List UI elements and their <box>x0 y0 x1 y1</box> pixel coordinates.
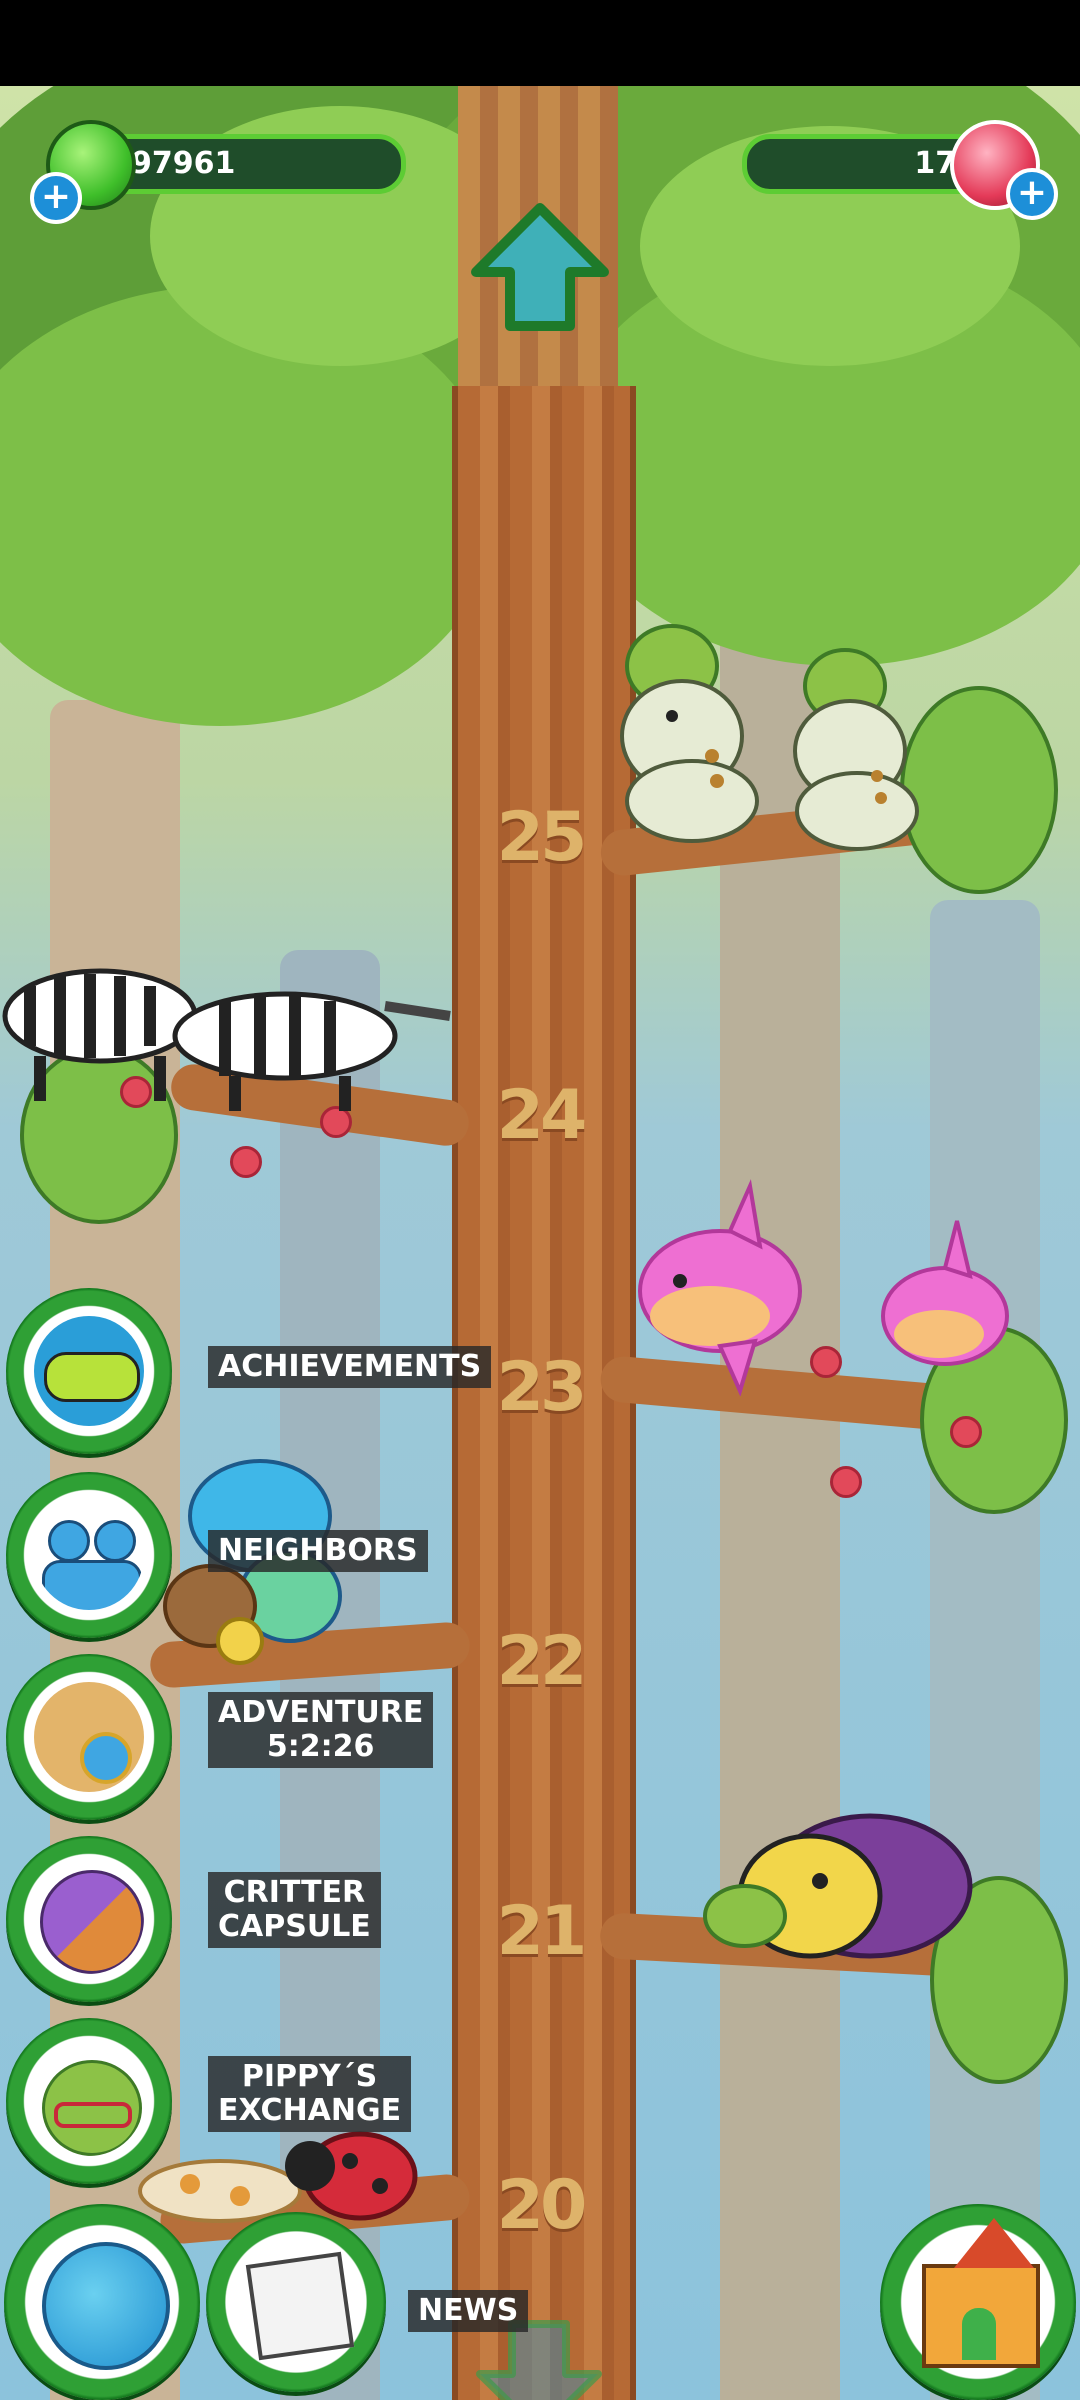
turtle-bug-critter[interactable] <box>700 1786 980 1986</box>
add-food-button[interactable]: + <box>30 172 82 224</box>
newspaper-icon <box>245 2251 355 2361</box>
critter-capsule-label: CRITTER CAPSULE <box>208 1872 381 1948</box>
tree-level-number: 23 <box>496 1348 588 1427</box>
plus-icon: + <box>1016 172 1048 213</box>
adventure-title: ADVENTURE <box>218 1695 424 1730</box>
flower <box>830 1466 862 1498</box>
neighbors-button[interactable] <box>6 1472 172 1638</box>
plus-icon: + <box>40 176 72 217</box>
achievements-button[interactable] <box>6 1288 172 1454</box>
map-compass-icon <box>34 1682 144 1792</box>
house-icon <box>922 2218 1040 2368</box>
caterpillar-critter[interactable] <box>785 636 925 856</box>
flower <box>230 1146 262 1178</box>
pippys-exchange-button[interactable] <box>6 2018 172 2184</box>
pippy-character-icon <box>34 2046 144 2156</box>
arrow-up-icon[interactable] <box>470 202 610 332</box>
add-gems-button[interactable]: + <box>1006 168 1058 220</box>
adventure-timer: 5:2:26 <box>266 1729 375 1764</box>
globe-button[interactable] <box>4 2204 200 2400</box>
news-button[interactable] <box>206 2212 386 2392</box>
news-label: NEWS <box>408 2290 529 2332</box>
globe-icon <box>42 2242 170 2370</box>
tree-level-number: 20 <box>496 2166 588 2245</box>
home-button[interactable] <box>880 2204 1076 2400</box>
pippys-exchange-label: PIPPY´S EXCHANGE <box>208 2056 412 2132</box>
adventure-button[interactable] <box>6 1654 172 1820</box>
sunfish-critter[interactable] <box>630 1176 810 1396</box>
zebra-critter[interactable] <box>165 966 455 1116</box>
game-scene: 25 24 23 22 21 20 <box>0 86 1080 2400</box>
background-tree <box>930 900 1040 2400</box>
ladybug-critter[interactable] <box>280 2116 420 2226</box>
critter-capsule-line2: CAPSULE <box>218 1909 371 1944</box>
people-icon <box>34 1500 144 1610</box>
sunfish-critter[interactable] <box>875 1216 1015 1396</box>
capsule-icon <box>34 1864 144 1974</box>
pippys-exchange-line1: PIPPY´S <box>241 2059 378 2094</box>
caterpillar-critter[interactable] <box>612 606 762 846</box>
neighbors-label: NEIGHBORS <box>208 1530 428 1572</box>
tree-level-number: 22 <box>496 1622 588 1701</box>
tree-level-number: 21 <box>496 1892 588 1971</box>
food-amount: 97961 <box>131 146 236 181</box>
tree-level-number: 25 <box>496 798 588 877</box>
critter-capsule-line1: CRITTER <box>223 1875 366 1910</box>
achievements-label: ACHIEVEMENTS <box>208 1346 492 1388</box>
status-bar <box>0 0 1080 86</box>
adventure-label: ADVENTURE 5:2:26 <box>208 1692 434 1768</box>
tree-level-number: 24 <box>496 1076 588 1155</box>
pippys-exchange-line2: EXCHANGE <box>218 2093 402 2128</box>
flower <box>950 1416 982 1448</box>
gamepad-icon <box>34 1316 144 1426</box>
flower <box>810 1346 842 1378</box>
critter-capsule-button[interactable] <box>6 1836 172 2002</box>
